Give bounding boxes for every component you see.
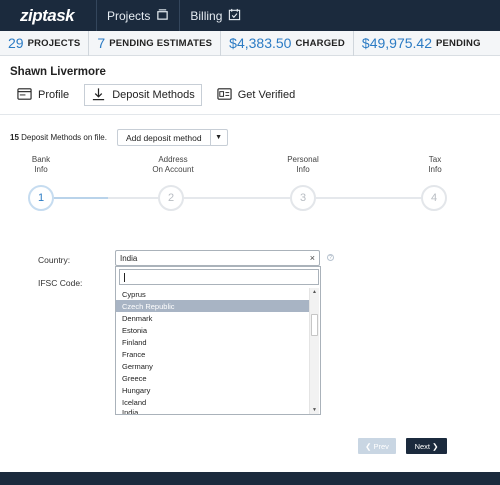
step-label-line: Personal <box>287 155 319 164</box>
add-deposit-method-label[interactable]: Add deposit method <box>118 130 211 145</box>
nav-billing[interactable]: Billing <box>179 0 251 31</box>
caret-down-icon[interactable]: ▼ <box>211 130 227 145</box>
step-progress-line <box>54 197 108 199</box>
country-option[interactable]: Hungary <box>116 384 309 396</box>
stat-charged[interactable]: $4,383.50 CHARGED <box>221 30 354 56</box>
stat-value: $4,383.50 <box>229 35 292 51</box>
tab-label: Get Verified <box>237 89 296 101</box>
step-label-line: Info <box>296 165 310 174</box>
stat-projects[interactable]: 29 PROJECTS <box>0 30 90 56</box>
country-option[interactable]: Germany <box>116 360 309 372</box>
step-label-line: On Account <box>152 165 194 174</box>
next-button[interactable]: Next ❯ <box>406 438 447 454</box>
deposit-count-text: 15 Deposit Methods on file. <box>10 133 107 142</box>
tab-label: Profile <box>38 89 70 101</box>
stat-label: PROJECTS <box>27 37 81 49</box>
country-option[interactable]: Estonia <box>116 324 309 336</box>
top-navbar: ziptask Projects Billing <box>0 0 500 31</box>
section-divider <box>0 114 500 115</box>
country-select[interactable]: India × <box>115 250 320 266</box>
profile-card-icon <box>17 87 32 104</box>
step-label-personal: Personal Info <box>280 155 326 175</box>
step-progress-line <box>108 197 162 199</box>
calendar-check-icon <box>228 8 241 24</box>
stat-value: $49,975.42 <box>361 35 432 51</box>
tab-get-verified[interactable]: Get Verified <box>210 84 302 106</box>
step-label-tax: Tax Info <box>420 155 450 175</box>
step-label-line: Info <box>428 165 442 174</box>
country-select-value: India <box>120 253 138 263</box>
clear-icon[interactable]: × <box>310 253 315 263</box>
deposit-count: 15 <box>10 133 19 142</box>
deposit-methods-summary: 15 Deposit Methods on file. Add deposit … <box>10 129 228 146</box>
ziptask-logo[interactable]: ziptask <box>0 0 96 31</box>
country-search-input[interactable] <box>119 269 319 285</box>
nav-projects-label: Projects <box>107 8 151 23</box>
profile-tabs: Profile Deposit Methods Get Verified <box>10 84 302 106</box>
tab-profile[interactable]: Profile <box>10 84 76 106</box>
step-circle-4[interactable]: 4 <box>421 185 447 211</box>
prev-button[interactable]: ❮ Prev <box>358 438 396 454</box>
download-icon <box>91 87 106 104</box>
step-label-address: Address On Account <box>145 155 201 175</box>
country-options-list: Cyprus Czech Republic Denmark Estonia Fi… <box>116 288 309 414</box>
stats-bar: 29 PROJECTS 7 PENDING ESTIMATES $4,383.5… <box>0 30 500 56</box>
cards-icon <box>156 8 169 24</box>
help-icon[interactable]: ? <box>327 254 334 261</box>
dropdown-scrollbar[interactable]: ▲ ▼ <box>309 288 319 414</box>
ifsc-label: IFSC Code: <box>38 278 83 288</box>
deposit-count-suffix: Deposit Methods on file. <box>21 133 107 142</box>
stat-label: PENDING ESTIMATES <box>109 37 213 49</box>
id-card-icon <box>217 87 232 104</box>
nav-projects[interactable]: Projects <box>96 0 179 31</box>
country-option[interactable]: Denmark <box>116 312 309 324</box>
country-label: Country: <box>38 255 71 265</box>
step-circle-3[interactable]: 3 <box>290 185 316 211</box>
country-option-highlighted[interactable]: Czech Republic <box>116 300 309 312</box>
step-progress-line <box>316 197 422 199</box>
stat-pending-estimates[interactable]: 7 PENDING ESTIMATES <box>89 30 222 56</box>
stat-label: PENDING <box>435 37 481 49</box>
country-option[interactable]: Iceland <box>116 396 309 408</box>
user-name: Shawn Livermore <box>10 66 106 78</box>
nav-billing-label: Billing <box>190 8 223 23</box>
stat-value: 7 <box>97 35 106 51</box>
stat-label: CHARGED <box>295 37 345 49</box>
tab-label: Deposit Methods <box>112 89 195 101</box>
scroll-down-arrow-icon[interactable]: ▼ <box>312 407 317 413</box>
step-label-line: Bank <box>31 155 51 164</box>
footer-bar <box>0 472 500 485</box>
step-progress-line <box>184 197 290 199</box>
text-cursor <box>124 273 125 282</box>
scrollbar-thumb[interactable] <box>311 314 318 336</box>
step-circle-1[interactable]: 1 <box>28 185 54 211</box>
country-option[interactable]: France <box>116 348 309 360</box>
country-option[interactable]: India <box>116 408 309 414</box>
step-circle-2[interactable]: 2 <box>158 185 184 211</box>
scroll-up-arrow-icon[interactable]: ▲ <box>312 289 317 295</box>
country-option[interactable]: Cyprus <box>116 288 309 300</box>
step-label-bank: Bank Info <box>22 155 60 175</box>
step-label-line: Address <box>158 155 188 164</box>
stat-value: 29 <box>8 35 24 51</box>
tab-deposit-methods[interactable]: Deposit Methods <box>84 84 202 106</box>
add-deposit-method-button[interactable]: Add deposit method ▼ <box>116 129 228 146</box>
step-label-line: Tax <box>428 155 442 164</box>
country-option[interactable]: Finland <box>116 336 309 348</box>
country-dropdown: Cyprus Czech Republic Denmark Estonia Fi… <box>115 266 321 415</box>
step-label-line: Info <box>34 165 48 174</box>
country-option[interactable]: Greece <box>116 372 309 384</box>
stat-pending[interactable]: $49,975.42 PENDING <box>354 31 489 56</box>
